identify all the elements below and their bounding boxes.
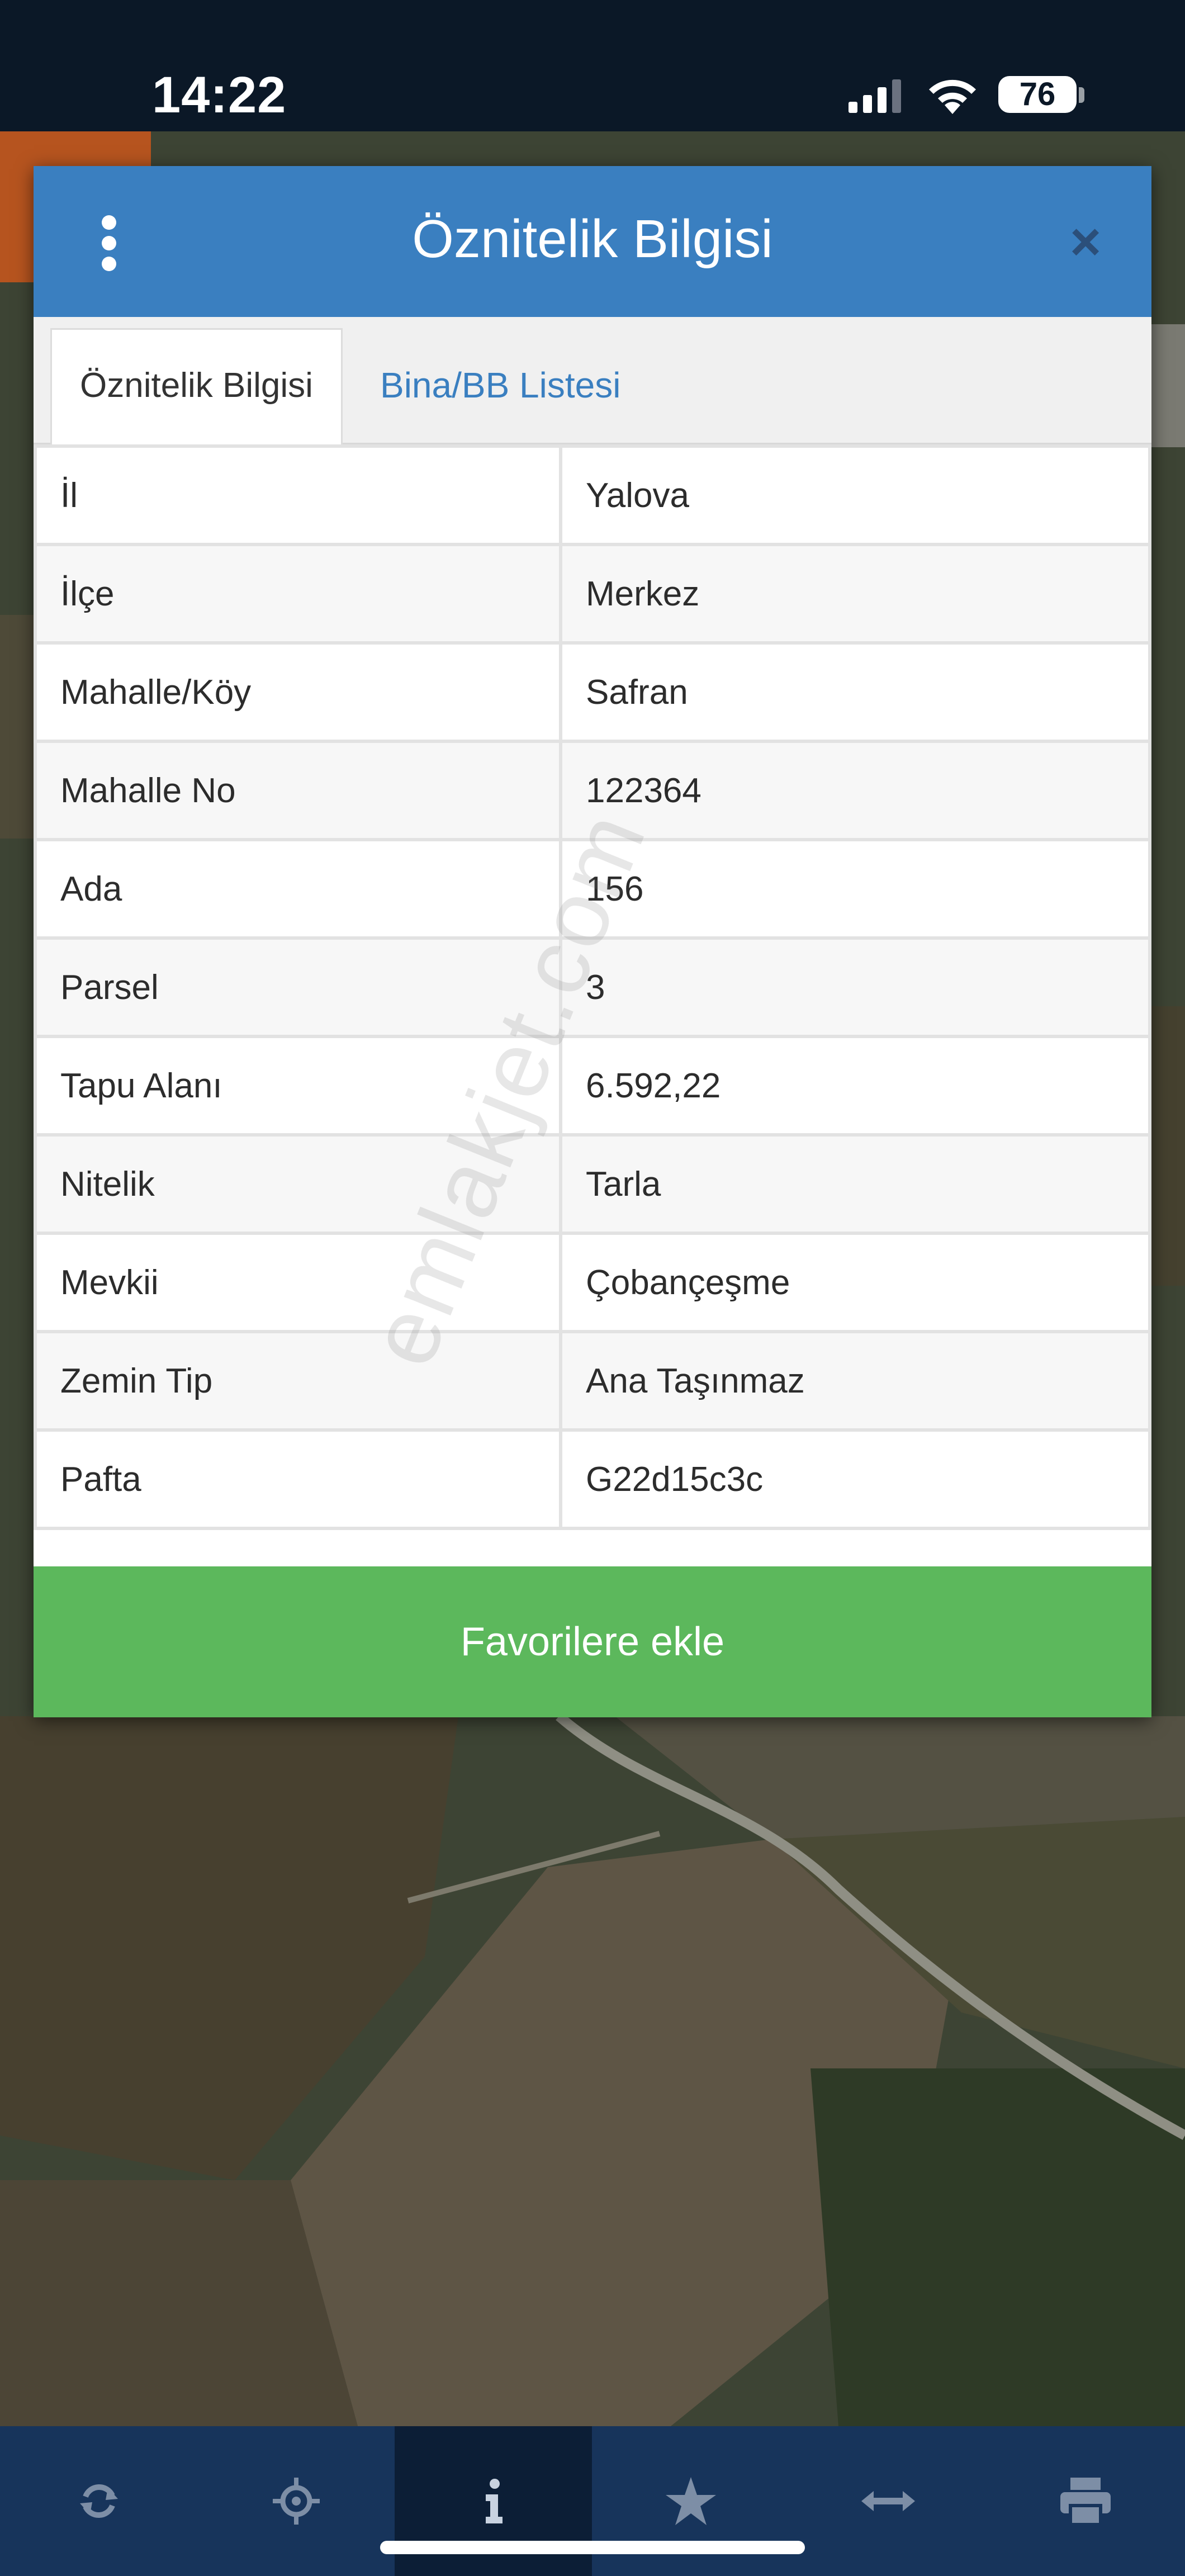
table-row: Mevkii Çobançeşme (34, 1232, 1151, 1333)
attribute-key: Ada (34, 838, 562, 940)
attribute-key: İl (34, 444, 562, 546)
tab-bar: Öznitelik Bilgisi Bina/BB Listesi (34, 317, 1151, 444)
attribute-value: Yalova (559, 444, 1151, 546)
dialog-title: Öznitelik Bilgisi (412, 209, 773, 269)
wifi-icon (929, 79, 976, 114)
table-row: İlçe Merkez (34, 543, 1151, 645)
attribute-value: 122364 (559, 740, 1151, 841)
measure-icon (861, 2491, 915, 2511)
attribute-table: İl Yalova İlçe Merkez Mahalle/Köy Safran Mahal… (34, 444, 1151, 1530)
attribute-key: Pafta (34, 1428, 562, 1530)
attribute-value: 156 (559, 838, 1151, 940)
table-row: Pafta G22d15c3c (34, 1428, 1151, 1530)
attribute-value: 6.592,22 (559, 1035, 1151, 1137)
table-row: Zemin Tip Ana Taşınmaz (34, 1330, 1151, 1432)
battery-nub (1079, 87, 1084, 103)
locate-button[interactable] (197, 2426, 395, 2576)
attribute-key: Tapu Alanı (34, 1035, 562, 1137)
attribute-value: Merkez (559, 543, 1151, 645)
attribute-key: Parsel (34, 936, 562, 1038)
tab-attribute-info[interactable]: Öznitelik Bilgisi (50, 328, 343, 444)
dialog-header: Öznitelik Bilgisi × (34, 166, 1151, 317)
measure-button[interactable] (789, 2426, 987, 2576)
locate-icon (272, 2478, 320, 2525)
star-icon (665, 2477, 716, 2525)
attribute-key: İlçe (34, 543, 562, 645)
table-row: İl Yalova (34, 444, 1151, 546)
table-row: Tapu Alanı 6.592,22 (34, 1035, 1151, 1137)
attribute-key: Mahalle/Köy (34, 641, 562, 743)
attribute-value: Tarla (559, 1133, 1151, 1235)
tab-building-list[interactable]: Bina/BB Listesi (369, 328, 632, 443)
table-row: Mahalle/Köy Safran (34, 641, 1151, 743)
attribute-value: Safran (559, 641, 1151, 743)
print-button[interactable] (987, 2426, 1184, 2576)
refresh-icon (79, 2484, 118, 2518)
status-time: 14:22 (152, 67, 287, 124)
attribute-value: 3 (559, 936, 1151, 1038)
table-row: Parsel 3 (34, 936, 1151, 1038)
close-icon[interactable]: × (1065, 215, 1106, 269)
status-bar: 14:22 76 (0, 0, 1185, 131)
add-to-favorites-button[interactable]: Favorilere ekle (34, 1566, 1151, 1717)
table-row: Ada 156 (34, 838, 1151, 940)
attribute-key: Zemin Tip (34, 1330, 562, 1432)
battery-icon: 76 (998, 76, 1077, 113)
table-row: Mahalle No 122364 (34, 740, 1151, 841)
attribute-key: Nitelik (34, 1133, 562, 1235)
print-icon (1060, 2478, 1111, 2525)
attribute-key: Mevkii (34, 1232, 562, 1333)
signal-icon (849, 79, 901, 113)
info-icon (485, 2479, 503, 2523)
attribute-key: Mahalle No (34, 740, 562, 841)
attribute-value: Çobançeşme (559, 1232, 1151, 1333)
table-row: Nitelik Tarla (34, 1133, 1151, 1235)
refresh-button[interactable] (0, 2426, 197, 2576)
attribute-value: Ana Taşınmaz (559, 1330, 1151, 1432)
home-indicator[interactable] (380, 2541, 805, 2554)
attribute-value: G22d15c3c (559, 1428, 1151, 1530)
attribute-dialog: Öznitelik Bilgisi × Öznitelik Bilgisi Bi… (34, 166, 1151, 1717)
